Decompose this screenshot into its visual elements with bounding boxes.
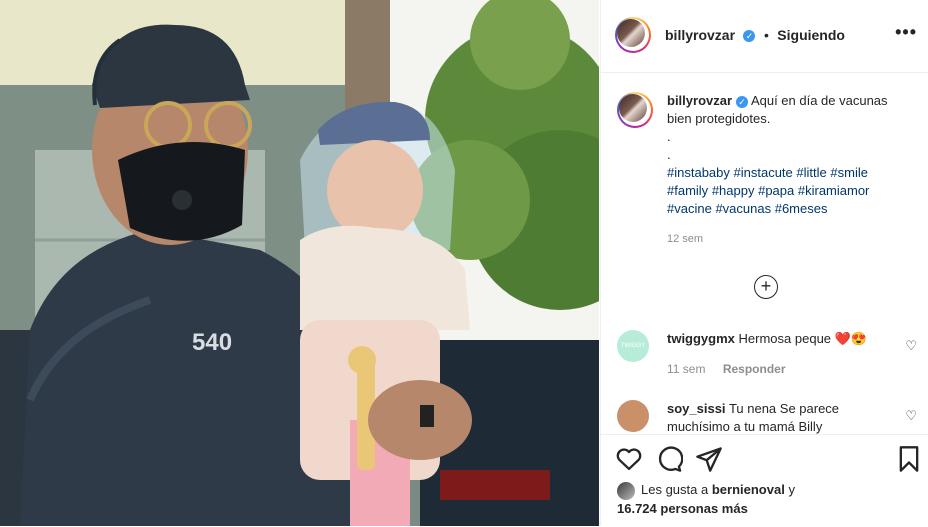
caption-username[interactable]: billyrovzar [667,93,732,108]
post-side-panel: billyrovzar ✓ • Siguiendo ••• billyrovza… [600,0,928,527]
hashtag-link[interactable]: #happy [712,183,755,198]
comment-text: soy_sissi Tu nena Se parece muchísimo a … [667,400,887,434]
hashtag-link[interactable]: #vacine [667,201,712,216]
likes-prefix: Les gusta a [641,482,709,497]
author-username[interactable]: billyrovzar [665,27,735,43]
liker-username[interactable]: bernienoval [712,482,785,497]
like-comment-heart-icon[interactable]: ♡ [905,338,917,354]
commenter-avatar[interactable]: TWIGGY [617,330,649,362]
likes-summary: Les gusta a bernienoval y 16.724 persona… [617,481,795,518]
hashtag-link[interactable]: #vacunas [715,201,771,216]
comment-username[interactable]: soy_sissi [667,401,726,416]
commenter-avatar[interactable] [617,400,649,432]
hashtag-link[interactable]: #6meses [775,201,828,216]
hashtag-list: #instababy #instacute #little #smile #fa… [667,164,907,218]
liker-avatar[interactable] [617,481,635,500]
more-options-icon[interactable]: ••• [895,22,917,43]
caption-dot-2: . [667,147,671,162]
comment-text: twiggygmx Hermosa peque ❤️😍 [667,330,887,348]
separator-dot: • [763,27,769,43]
hashtag-link[interactable]: #instacute [734,165,793,180]
comment-username[interactable]: twiggygmx [667,331,735,346]
reply-button[interactable]: Responder [723,362,786,376]
post-photo[interactable]: 540 [0,0,599,526]
shirt-logo-text: 540 [192,329,232,356]
hashtag-link[interactable]: #papa [758,183,794,198]
instagram-post-view: 540 billyrovzar ✓ • Siguiendo ••• billyr… [0,0,928,527]
caption-avatar[interactable] [617,92,653,128]
caption-dot-1: . [667,129,671,144]
comment-item: TWIGGY twiggygmx Hermosa peque ❤️😍 ♡ 11 … [617,330,917,390]
save-icon[interactable] [895,445,923,473]
heart-icon[interactable] [615,445,643,473]
hashtag-link[interactable]: #kiramiamor [798,183,870,198]
post-header: billyrovzar ✓ • Siguiendo ••• [601,0,928,73]
caption-timestamp[interactable]: 12 sem [667,230,907,248]
likes-count[interactable]: 16.724 personas más [617,501,748,516]
hashtag-link[interactable]: #family [667,183,708,198]
post-actions-bar: Les gusta a bernienoval y 16.724 persona… [601,434,928,527]
following-button[interactable]: Siguiendo [777,27,845,43]
comment-icon[interactable] [655,445,683,473]
caption-text: billyrovzar ✓ Aquí en día de vacunas bien… [667,92,907,248]
hashtag-link[interactable]: #smile [830,165,868,180]
author-avatar[interactable] [615,17,651,53]
photo-illustration: 540 [0,0,599,526]
verified-badge-icon: ✓ [736,95,749,108]
share-icon[interactable] [695,445,723,473]
comment-meta: 11 sem Responder [667,362,786,376]
comment-timestamp[interactable]: 11 sem [667,362,705,376]
load-more-comments-icon[interactable]: + [754,275,778,299]
comment-item: soy_sissi Tu nena Se parece muchísimo a … [617,400,917,434]
comment-emoji: ❤️😍 [834,331,868,346]
verified-badge-icon: ✓ [743,29,756,42]
hashtag-link[interactable]: #little [796,165,826,180]
hashtag-link[interactable]: #instababy [667,165,730,180]
author-line: billyrovzar ✓ • Siguiendo [665,27,845,45]
like-comment-heart-icon[interactable]: ♡ [905,408,917,424]
likes-join: y [788,482,795,497]
comment-body: Hermosa peque [738,331,832,346]
